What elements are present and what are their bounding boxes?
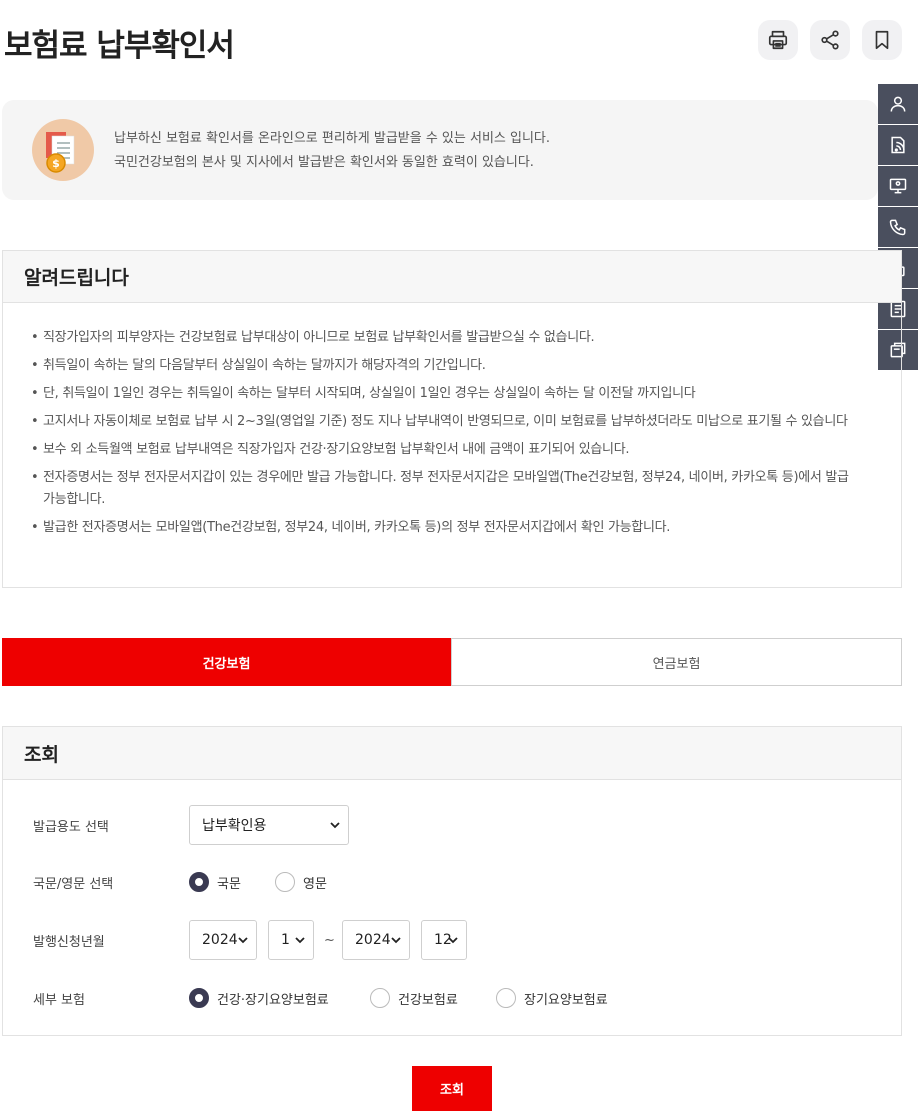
radio-health-label: 건강보험료 xyxy=(398,992,458,1008)
radio-health-longterm[interactable]: 건강·장기요양보험료 xyxy=(189,988,329,1008)
radio-longterm-label: 장기요양보험료 xyxy=(524,992,608,1008)
notice-item: 전자증명서는 정부 전자문서지갑이 있는 경우에만 발급 가능합니다. 정부 전… xyxy=(31,467,861,511)
insurance-tabs: 건강보험 연금보험 xyxy=(2,638,902,686)
from-month-value: 1 xyxy=(281,932,290,948)
to-year-value: 2024 xyxy=(355,932,391,948)
search-title: 조회 xyxy=(3,727,901,780)
bookmark-icon xyxy=(875,30,889,50)
from-month-select[interactable]: 1 xyxy=(268,920,314,960)
notice-item: 발급한 전자증명서는 모바일앱(The건강보험, 정부24, 네이버, 카카오톡… xyxy=(31,517,861,539)
radio-english-label: 영문 xyxy=(303,876,327,892)
tab-health-insurance[interactable]: 건강보험 xyxy=(2,638,451,686)
notice-title: 알려드립니다 xyxy=(3,251,901,303)
chevron-down-icon xyxy=(295,937,305,944)
purpose-label: 발급용도 선택 xyxy=(33,819,109,835)
radio-health-longterm-label: 건강·장기요양보험료 xyxy=(217,992,329,1008)
language-label: 국문/영문 선택 xyxy=(33,876,114,892)
search-submit-button[interactable]: 조회 xyxy=(412,1066,492,1111)
to-month-select[interactable]: 12 xyxy=(421,920,467,960)
radio-unchecked-icon xyxy=(496,988,516,1008)
period-separator: ~ xyxy=(324,932,335,948)
detail-label: 세부 보험 xyxy=(33,992,85,1008)
document-signal-icon xyxy=(891,136,905,154)
radio-unchecked-icon xyxy=(275,872,295,892)
radio-health[interactable]: 건강보험료 xyxy=(370,988,458,1008)
side-menu-monitor[interactable] xyxy=(878,166,918,206)
notice-item: 직장가입자의 피부양자는 건강보험료 납부대상이 아니므로 보험료 납부확인서를… xyxy=(31,327,861,349)
person-icon xyxy=(890,96,906,112)
chevron-down-icon xyxy=(238,937,248,944)
print-icon xyxy=(768,30,788,50)
radio-checked-icon xyxy=(189,988,209,1008)
purpose-row: 발급용도 선택 납부확인용 xyxy=(3,805,901,845)
notice-list: 직장가입자의 피부양자는 건강보험료 납부대상이 아니므로 보험료 납부확인서를… xyxy=(3,303,901,539)
svg-text:$: $ xyxy=(52,157,60,170)
page-title: 보험료 납부확인서 xyxy=(4,28,235,64)
share-icon xyxy=(821,30,839,50)
chevron-down-icon xyxy=(330,822,340,829)
document-coin-icon: $ xyxy=(32,119,94,181)
search-form: 조회 발급용도 선택 납부확인용 국문/영문 선택 국문 영문 발행신청년월 2… xyxy=(2,726,902,1036)
radio-longterm[interactable]: 장기요양보험료 xyxy=(496,988,608,1008)
intro-text: 납부하신 보험료 확인서를 온라인으로 편리하게 발급받을 수 있는 서비스 입… xyxy=(114,127,550,175)
radio-korean[interactable]: 국문 xyxy=(189,872,241,892)
radio-english[interactable]: 영문 xyxy=(275,872,327,892)
notice-item: 고지서나 자동이체로 보험료 납부 시 2~3일(영업일 기준) 정도 지나 납… xyxy=(31,411,861,433)
bookmark-button[interactable] xyxy=(862,20,902,60)
tab-pension-insurance[interactable]: 연금보험 xyxy=(451,638,902,686)
radio-unchecked-icon xyxy=(370,988,390,1008)
side-menu-person[interactable] xyxy=(878,84,918,124)
period-label: 발행신청년월 xyxy=(33,934,105,950)
purpose-select[interactable]: 납부확인용 xyxy=(189,805,349,845)
period-row: 발행신청년월 2024 1 ~ 2024 12 xyxy=(3,920,901,960)
radio-korean-label: 국문 xyxy=(217,876,241,892)
purpose-select-value: 납부확인용 xyxy=(202,818,267,834)
from-year-value: 2024 xyxy=(202,932,238,948)
print-button[interactable] xyxy=(758,20,798,60)
intro-banner: $ 납부하신 보험료 확인서를 온라인으로 편리하게 발급받을 수 있는 서비스… xyxy=(2,100,878,200)
chevron-down-icon xyxy=(448,937,458,944)
detail-row: 세부 보험 건강·장기요양보험료 건강보험료 장기요양보험료 xyxy=(3,983,901,1013)
intro-line: 국민건강보험의 본사 및 지사에서 발급받은 확인서와 동일한 효력이 있습니다… xyxy=(114,155,534,170)
share-button[interactable] xyxy=(810,20,850,60)
monitor-icon xyxy=(889,178,907,194)
side-menu-document[interactable] xyxy=(878,125,918,165)
side-menu-phone[interactable] xyxy=(878,207,918,247)
chevron-down-icon xyxy=(391,937,401,944)
intro-line: 납부하신 보험료 확인서를 온라인으로 편리하게 발급받을 수 있는 서비스 입… xyxy=(114,131,551,146)
from-year-select[interactable]: 2024 xyxy=(189,920,257,960)
notice-box: 알려드립니다 직장가입자의 피부양자는 건강보험료 납부대상이 아니므로 보험료… xyxy=(2,250,902,588)
notice-item: 보수 외 소득월액 보험료 납부내역은 직장가입자 건강·장기요양보험 납부확인… xyxy=(31,439,861,461)
radio-checked-icon xyxy=(189,872,209,892)
language-row: 국문/영문 선택 국문 영문 xyxy=(3,867,901,897)
top-actions xyxy=(758,20,902,60)
notice-item: 취득일이 속하는 달의 다음달부터 상실일이 속하는 달까지가 해당자격의 기간… xyxy=(31,355,861,377)
phone-icon xyxy=(889,219,906,236)
to-year-select[interactable]: 2024 xyxy=(342,920,410,960)
notice-item: 단, 취득일이 1일인 경우는 취득일이 속하는 달부터 시작되며, 상실일이 … xyxy=(31,383,861,405)
